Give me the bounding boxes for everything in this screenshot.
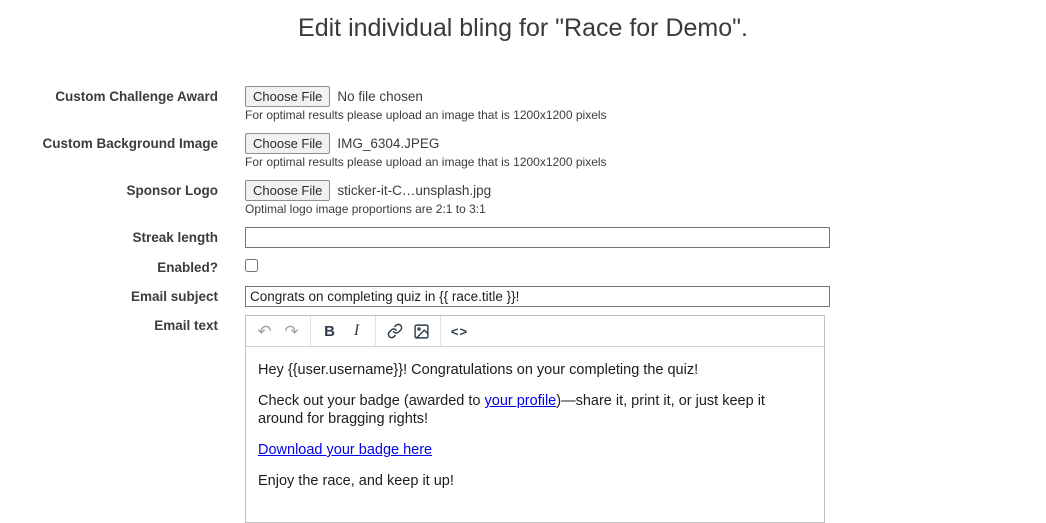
bold-icon[interactable]: B bbox=[316, 319, 343, 344]
custom-challenge-award-label: Custom Challenge Award bbox=[55, 89, 218, 104]
field-row-streak-length: Streak length bbox=[0, 227, 1046, 248]
page-title: Edit individual bling for "Race for Demo… bbox=[298, 14, 748, 42]
streak-length-label: Streak length bbox=[132, 230, 218, 245]
file-chosen-text: No file chosen bbox=[337, 89, 423, 104]
email-paragraph: Hey {{user.username}}! Congratulations o… bbox=[258, 362, 699, 378]
sponsor-logo-file-input[interactable]: Choose File sticker-it-C…unsplash.jpg bbox=[245, 180, 1046, 201]
redo-icon[interactable]: ↷ bbox=[278, 319, 305, 344]
email-text-content[interactable]: Hey {{user.username}}! Congratulations o… bbox=[246, 347, 824, 522]
file-chosen-text: sticker-it-C…unsplash.jpg bbox=[337, 183, 492, 198]
email-paragraph: Download your badge here bbox=[258, 441, 812, 459]
field-row-email-text: Email text ↶ ↷ B I <> Hey {{user.usernam… bbox=[0, 315, 1046, 523]
helper-text: For optimal results please upload an ima… bbox=[245, 108, 607, 122]
enabled-label: Enabled? bbox=[157, 260, 218, 275]
field-row-email-subject: Email subject bbox=[0, 286, 1046, 307]
edit-bling-form: Custom Challenge Award Choose File No fi… bbox=[0, 86, 1046, 523]
sponsor-logo-label: Sponsor Logo bbox=[126, 183, 219, 198]
undo-icon[interactable]: ↶ bbox=[251, 319, 278, 344]
streak-length-input[interactable] bbox=[245, 227, 830, 248]
field-row-enabled: Enabled? bbox=[0, 257, 1046, 277]
field-row-custom-challenge-award: Custom Challenge Award Choose File No fi… bbox=[0, 86, 1046, 122]
email-subject-label: Email subject bbox=[130, 289, 218, 304]
choose-file-button[interactable]: Choose File bbox=[245, 86, 331, 107]
email-text-label: Email text bbox=[154, 318, 218, 333]
field-row-sponsor-logo: Sponsor Logo Choose File sticker-it-C…un… bbox=[0, 180, 1046, 216]
email-paragraph: Check out your badge (awarded to your pr… bbox=[258, 393, 765, 427]
code-icon[interactable]: <> bbox=[446, 319, 473, 344]
helper-text: Optimal logo image proportions are 2:1 t… bbox=[245, 202, 486, 216]
editor-toolbar: ↶ ↷ B I <> bbox=[246, 316, 824, 347]
helper-text: For optimal results please upload an ima… bbox=[245, 155, 607, 169]
custom-background-image-label: Custom Background Image bbox=[42, 136, 218, 151]
email-paragraph: Enjoy the race, and keep it up! bbox=[258, 473, 454, 489]
field-row-custom-background-image: Custom Background Image Choose File IMG_… bbox=[0, 133, 1046, 169]
italic-icon[interactable]: I bbox=[343, 319, 370, 344]
enabled-checkbox[interactable] bbox=[245, 259, 258, 272]
file-chosen-text: IMG_6304.JPEG bbox=[337, 136, 440, 151]
your-profile-link[interactable]: your profile bbox=[485, 393, 557, 409]
custom-background-image-file-input[interactable]: Choose File IMG_6304.JPEG bbox=[245, 133, 1046, 154]
custom-challenge-award-file-input[interactable]: Choose File No file chosen bbox=[245, 86, 1046, 107]
image-icon[interactable] bbox=[408, 319, 435, 344]
email-text-editor: ↶ ↷ B I <> Hey {{user.username}}! Congra… bbox=[245, 315, 825, 523]
choose-file-button[interactable]: Choose File bbox=[245, 133, 331, 154]
download-badge-link[interactable]: Download your badge here bbox=[258, 442, 432, 458]
email-subject-input[interactable] bbox=[245, 286, 830, 307]
link-icon[interactable] bbox=[381, 319, 408, 344]
choose-file-button[interactable]: Choose File bbox=[245, 180, 331, 201]
